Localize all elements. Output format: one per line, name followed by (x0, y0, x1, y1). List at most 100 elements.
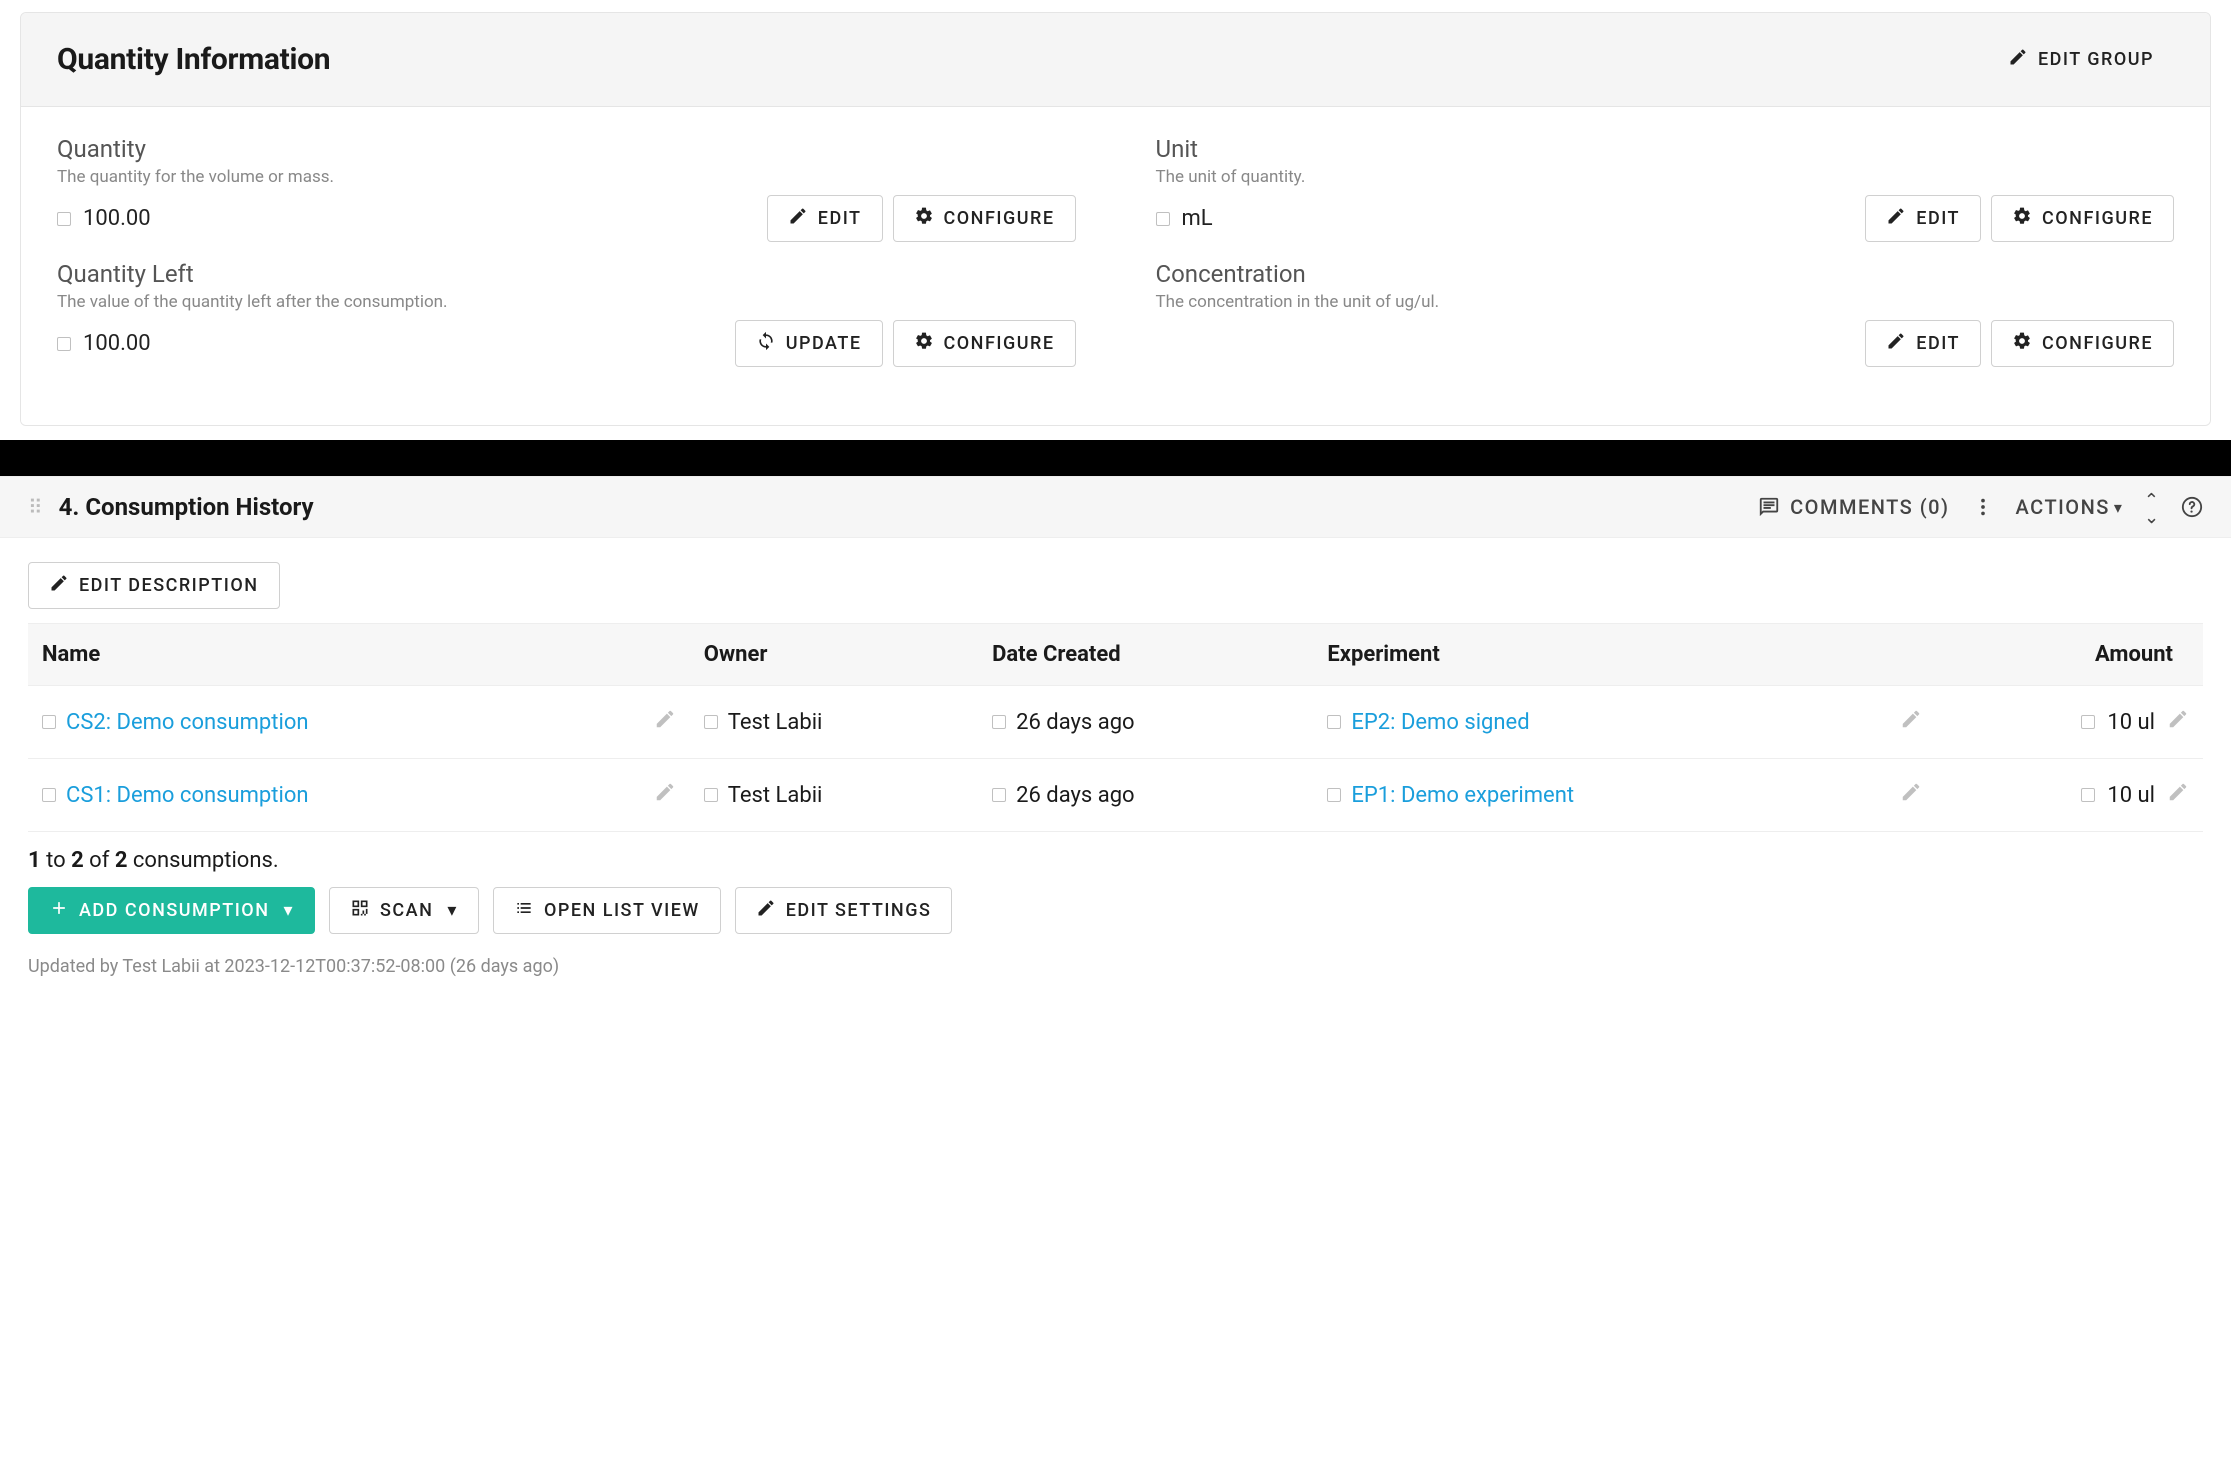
pencil-icon (49, 573, 69, 598)
row-name-link[interactable]: CS2: Demo consumption (66, 710, 309, 735)
gear-icon (914, 206, 934, 231)
field-quantity: Quantity The quantity for the volume or … (57, 135, 1076, 242)
checkbox-icon[interactable] (704, 788, 718, 802)
row-owner: Test Labii (728, 783, 823, 808)
pagination-text: 1 to 2 of 2 consumptions. (28, 848, 2203, 873)
checkbox-icon[interactable] (42, 788, 56, 802)
checkbox-icon[interactable] (57, 212, 71, 226)
row-name-link[interactable]: CS1: Demo consumption (66, 783, 309, 808)
pencil-icon (788, 206, 808, 231)
row-amount: 10 ul (2107, 783, 2155, 808)
row-experiment-link[interactable]: EP1: Demo experiment (1351, 783, 1574, 808)
field-label: Concentration (1156, 260, 2175, 288)
field-value: 100.00 (83, 206, 151, 231)
field-label: Quantity (57, 135, 1076, 163)
card-header: Quantity Information EDIT GROUP (21, 13, 2210, 107)
checkbox-icon[interactable] (1327, 715, 1341, 729)
field-description: The quantity for the volume or mass. (57, 167, 1076, 187)
caret-down-icon: ▾ (447, 900, 458, 921)
plus-icon (49, 898, 69, 923)
update-button[interactable]: UPDATE (735, 320, 883, 367)
add-consumption-button[interactable]: ADD CONSUMPTION ▾ (28, 887, 315, 934)
edit-button[interactable]: EDIT (1865, 320, 1981, 367)
col-owner: Owner (690, 624, 978, 686)
col-amount: Amount (1936, 624, 2203, 686)
edit-row-icon[interactable] (654, 781, 676, 809)
edit-row-icon[interactable] (654, 708, 676, 736)
edit-button[interactable]: EDIT (1865, 195, 1981, 242)
gear-icon (2012, 331, 2032, 356)
checkbox-icon[interactable] (42, 715, 56, 729)
field-value-row: mL (1156, 206, 1213, 231)
checkbox-icon[interactable] (704, 715, 718, 729)
field-unit: Unit The unit of quantity. mL EDIT CONFI… (1156, 135, 2175, 242)
section-header: ⠿ 4. Consumption History COMMENTS (0) AC… (0, 476, 2231, 538)
collapse-icon[interactable]: ⌃⌃ (2144, 496, 2159, 518)
row-amount: 10 ul (2107, 710, 2155, 735)
edit-row-icon[interactable] (2167, 781, 2189, 809)
edit-group-label: EDIT GROUP (2038, 49, 2154, 70)
drag-handle-icon[interactable]: ⠿ (28, 497, 45, 517)
field-value-row: 100.00 (57, 206, 151, 231)
checkbox-icon[interactable] (57, 337, 71, 351)
field-value: 100.00 (83, 331, 151, 356)
section-title: 4. Consumption History (59, 493, 314, 521)
row-experiment-link[interactable]: EP2: Demo signed (1351, 710, 1529, 735)
field-label: Quantity Left (57, 260, 1076, 288)
field-description: The value of the quantity left after the… (57, 292, 1076, 312)
pencil-icon (2008, 47, 2028, 72)
caret-down-icon: ▾ (2114, 498, 2122, 517)
gear-icon (914, 331, 934, 356)
checkbox-icon[interactable] (1156, 212, 1170, 226)
col-experiment: Experiment (1313, 624, 1936, 686)
row-date: 26 days ago (1016, 783, 1135, 808)
scan-button[interactable]: SCAN ▾ (329, 887, 479, 934)
edit-description-button[interactable]: EDIT DESCRIPTION (28, 562, 280, 609)
checkbox-icon[interactable] (992, 715, 1006, 729)
row-date: 26 days ago (1016, 710, 1135, 735)
list-icon (514, 898, 534, 923)
row-owner: Test Labii (728, 710, 823, 735)
pencil-icon (1886, 331, 1906, 356)
configure-button[interactable]: CONFIGURE (1991, 320, 2174, 367)
table-row: CS1: Demo consumption Test Labii 26 days a… (28, 759, 2203, 832)
edit-row-icon[interactable] (2167, 708, 2189, 736)
gear-icon (2012, 206, 2032, 231)
field-quantity-left: Quantity Left The value of the quantity … (57, 260, 1076, 367)
button-row: ADD CONSUMPTION ▾ SCAN ▾ OPEN LIST VIEW … (28, 887, 2203, 934)
field-value: mL (1182, 206, 1213, 231)
checkbox-icon[interactable] (992, 788, 1006, 802)
col-date: Date Created (978, 624, 1313, 686)
edit-row-icon[interactable] (1900, 781, 1922, 809)
edit-row-icon[interactable] (1900, 708, 1922, 736)
card-title: Quantity Information (57, 42, 330, 77)
configure-button[interactable]: CONFIGURE (893, 320, 1076, 367)
sync-icon (756, 331, 776, 356)
configure-button[interactable]: CONFIGURE (1991, 195, 2174, 242)
quantity-info-card: Quantity Information EDIT GROUP Quantity… (20, 12, 2211, 426)
configure-button[interactable]: CONFIGURE (893, 195, 1076, 242)
comments-button[interactable]: COMMENTS (0) (1758, 495, 1949, 519)
edit-settings-button[interactable]: EDIT SETTINGS (735, 887, 953, 934)
field-value-row: 100.00 (57, 331, 151, 356)
checkbox-icon[interactable] (2081, 715, 2095, 729)
fields-grid: Quantity The quantity for the volume or … (21, 107, 2210, 425)
edit-button[interactable]: EDIT (767, 195, 883, 242)
table-row: CS2: Demo consumption Test Labii 26 days a… (28, 686, 2203, 759)
consumption-table: Name Owner Date Created Experiment Amoun… (28, 623, 2203, 832)
more-icon[interactable] (1972, 496, 1994, 518)
field-label: Unit (1156, 135, 2175, 163)
table-header-row: Name Owner Date Created Experiment Amoun… (28, 624, 2203, 686)
field-description: The unit of quantity. (1156, 167, 2175, 187)
checkbox-icon[interactable] (1327, 788, 1341, 802)
pencil-icon (1886, 206, 1906, 231)
divider-bar (0, 440, 2231, 476)
checkbox-icon[interactable] (2081, 788, 2095, 802)
pencil-icon (756, 898, 776, 923)
actions-menu[interactable]: ACTIONS ▾ (2016, 495, 2122, 519)
consumption-history-section: ⠿ 4. Consumption History COMMENTS (0) AC… (0, 476, 2231, 989)
edit-group-button[interactable]: EDIT GROUP (1988, 37, 2174, 82)
caret-down-icon: ▾ (283, 900, 294, 921)
open-list-view-button[interactable]: OPEN LIST VIEW (493, 887, 721, 934)
help-icon[interactable] (2181, 496, 2203, 518)
